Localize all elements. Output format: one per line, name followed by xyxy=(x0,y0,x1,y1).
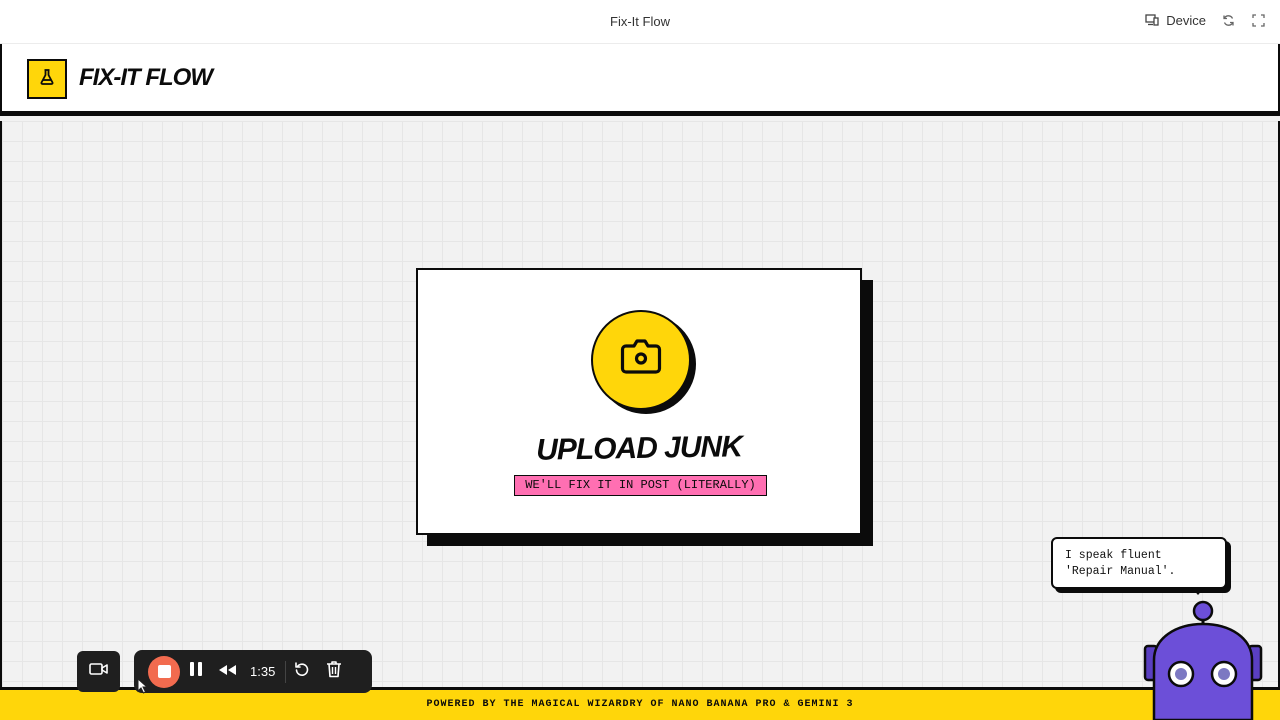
camera-icon xyxy=(619,338,663,383)
flask-icon xyxy=(38,68,56,91)
speech-bubble-tail xyxy=(1191,587,1205,595)
rewind-icon xyxy=(218,663,238,681)
rewind-button[interactable] xyxy=(212,656,244,688)
assistant-speech-bubble: I speak fluent 'Repair Manual'. xyxy=(1051,537,1227,589)
device-button[interactable]: Device xyxy=(1144,12,1206,28)
window-titlebar: Fix-It Flow Device xyxy=(0,0,1280,44)
refresh-icon[interactable] xyxy=(1220,12,1236,28)
restart-button[interactable] xyxy=(286,656,318,688)
delete-recording-button[interactable] xyxy=(318,656,350,688)
device-label: Device xyxy=(1166,12,1206,28)
stop-icon xyxy=(157,665,171,678)
pause-icon xyxy=(189,661,203,682)
camera-toggle-button[interactable] xyxy=(77,651,120,692)
fullscreen-icon[interactable] xyxy=(1250,12,1266,28)
recording-elapsed-time: 1:35 xyxy=(244,660,287,683)
trash-icon xyxy=(326,660,342,683)
robot-assistant[interactable] xyxy=(1140,598,1270,720)
recording-toolbar: 1:35 xyxy=(134,650,372,693)
pause-button[interactable] xyxy=(180,656,212,688)
restart-icon xyxy=(294,661,310,682)
window-controls: Device xyxy=(1144,12,1266,28)
stop-recording-button[interactable] xyxy=(148,655,180,688)
logo[interactable] xyxy=(27,59,67,99)
app-header: FIX-IT FLOW xyxy=(0,44,1280,116)
window-title: Fix-It Flow xyxy=(610,14,670,29)
upload-subtitle: WE'LL FIX IT IN POST (LITERALLY) xyxy=(514,475,767,496)
upload-title: UPLOAD JUNK xyxy=(535,430,743,467)
device-icon xyxy=(1144,12,1160,28)
brand-name: FIX-IT FLOW xyxy=(79,64,213,91)
mouse-cursor-icon xyxy=(137,677,149,699)
camera-button[interactable] xyxy=(591,310,691,410)
upload-dropzone[interactable]: UPLOAD JUNK WE'LL FIX IT IN POST (LITERA… xyxy=(416,268,862,535)
robot-icon xyxy=(1140,600,1270,720)
video-camera-icon xyxy=(88,662,109,681)
